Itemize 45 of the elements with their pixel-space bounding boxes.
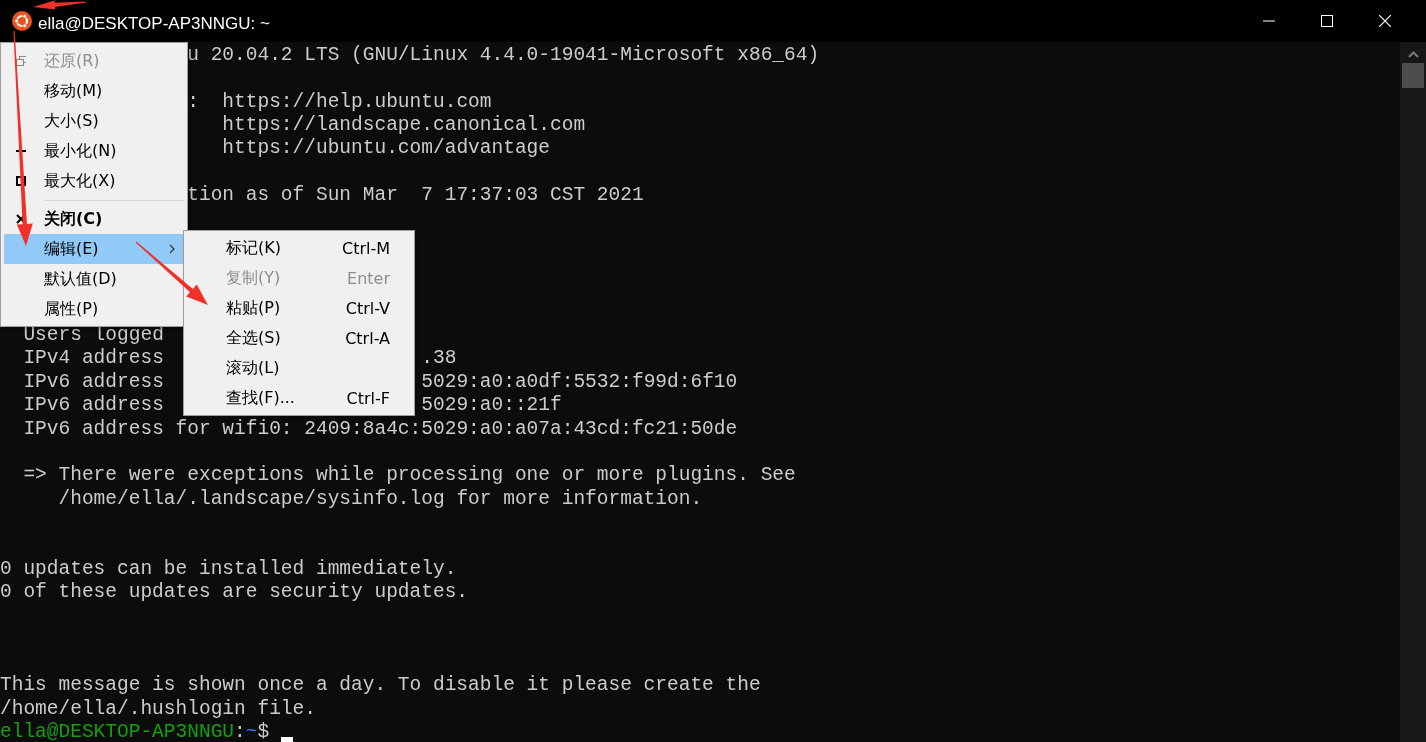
terminal-text: 5029:a0:a0df:5532:f99d:6f10 [421, 370, 738, 395]
menu-item[interactable]: 默认值(D) [4, 264, 184, 294]
menu-item[interactable]: 全选(S) Ctrl-A [184, 323, 414, 353]
terminal-text: => There were exceptions while processing one or more plugins. See [23, 464, 796, 488]
scrollbar[interactable] [1400, 42, 1426, 742]
terminal-text: 0 updates can be installed immediately. [0, 557, 457, 581]
terminal-text: IPv6 address for wifi0: 2409:8a4c:5029:a0:a07a:43cd:fc21:50de [23, 417, 738, 441]
close-icon [1379, 15, 1391, 27]
terminal-text: .38 [421, 347, 457, 371]
terminal-text: /home/ella/.landscape/sysinfo.log for more information. [58, 487, 703, 511]
menu-item[interactable]: 标记(K) Ctrl-M [184, 233, 414, 263]
annotation-arrow [33, 0, 87, 10]
menu-item[interactable]: 滚动(L) [184, 353, 414, 383]
menu-item[interactable]: 粘贴(P) Ctrl-V [184, 293, 414, 323]
text-cursor [280, 737, 293, 742]
terminal-text: IPv6 address [23, 394, 164, 418]
prompt-symbol: $ [257, 720, 270, 742]
maximize-icon [16, 176, 26, 186]
scroll-up-icon[interactable] [1407, 51, 1419, 59]
prompt-path: ~ [245, 720, 258, 742]
terminal-text: 5029:a0::21f [421, 394, 562, 418]
terminal-text: /home/ella/.hushlogin file. [0, 697, 316, 721]
menu-item[interactable]: 查找(F)... Ctrl-F [184, 383, 414, 413]
window-title: ella@DESKTOP-AP3NNGU: ~ [38, 14, 270, 32]
scrollbar-thumb[interactable] [1402, 63, 1424, 88]
menu-item[interactable]: 属性(P) [4, 294, 184, 324]
terminal-text: IPv4 address [23, 347, 164, 371]
maximize-icon [1321, 15, 1333, 27]
menu-item[interactable]: 移动(M) [4, 76, 184, 106]
terminal-text: This message is shown once a day. To disable it please create the [0, 674, 761, 698]
terminal-text: https://ubuntu.com/advantage [222, 137, 550, 161]
terminal-text: 0 of these updates are security updates. [0, 580, 469, 605]
terminal-text: https://landscape.canonical.com [222, 114, 586, 138]
menu-item[interactable]: 大小(S) [4, 106, 184, 136]
terminal-text: IPv6 address [23, 370, 164, 395]
app-icon[interactable] [12, 11, 32, 31]
prompt-user-host: ella@DESKTOP-AP3NNGU [0, 720, 235, 742]
restore-icon [16, 56, 26, 66]
prompt-separator: : [234, 720, 246, 742]
menu-item[interactable]: 最大化(X) [4, 166, 184, 196]
terminal-text: : https://help.ubuntu.com [187, 90, 492, 115]
menu-item[interactable]: 编辑(E) [4, 234, 184, 264]
terminal-text: Users logged [23, 324, 164, 348]
terminal-text: tion as of Sun Mar 7 17:37:03 CST 2021 [187, 184, 644, 208]
terminal-text: u 20.04.2 LTS (GNU/Linux 4.4.0-19041-Microsoft x86_64) [187, 44, 820, 68]
